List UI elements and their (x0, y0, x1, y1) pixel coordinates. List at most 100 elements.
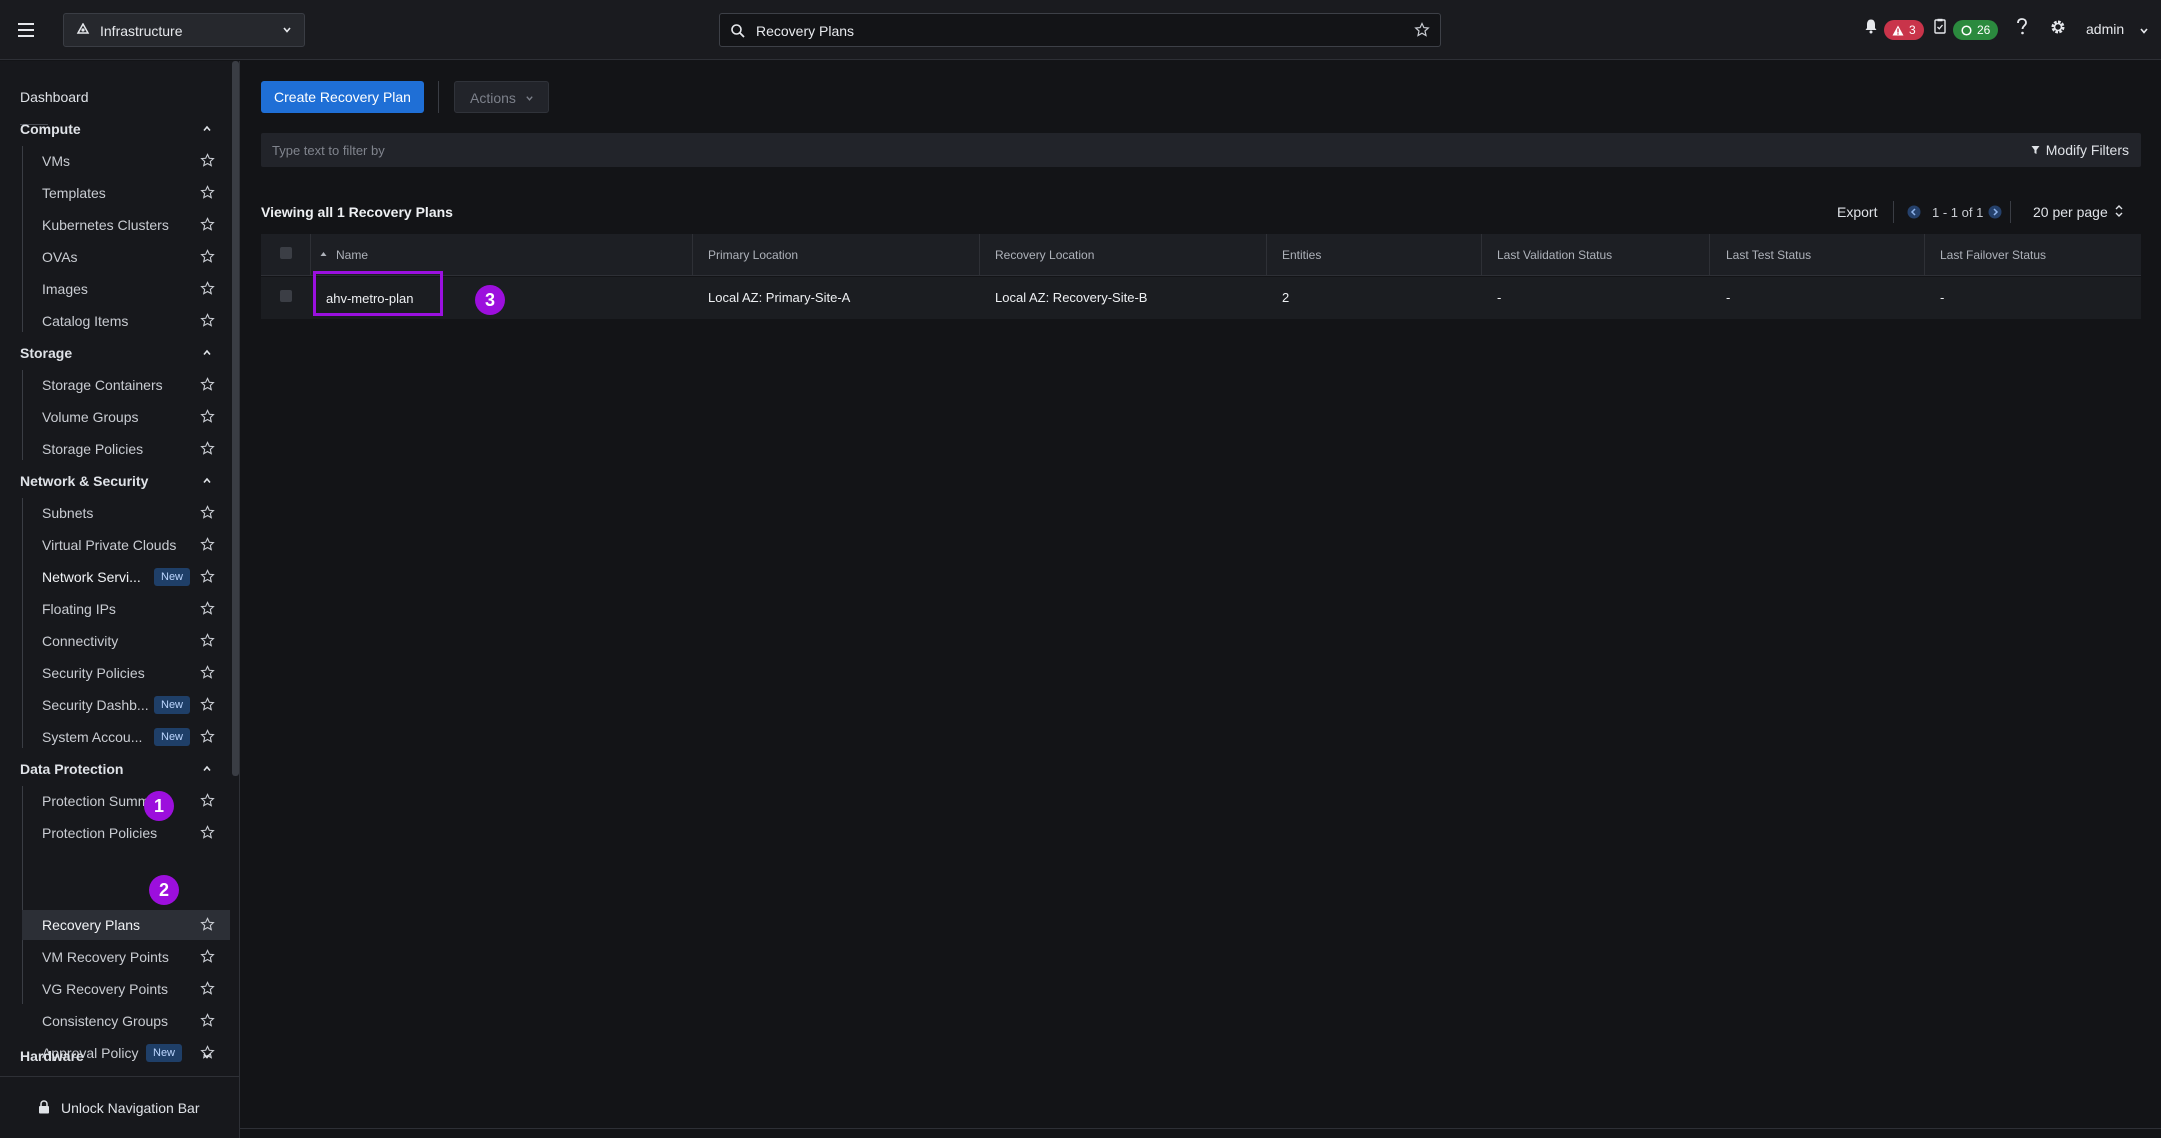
sidebar-item-virtual-private-clouds[interactable]: Virtual Private Clouds (22, 530, 230, 560)
sidebar-item-volume-groups[interactable]: Volume Groups (22, 402, 230, 432)
sidebar-item-storage-policies[interactable]: Storage Policies (22, 434, 230, 464)
star-icon[interactable] (200, 441, 215, 456)
column-divider (979, 234, 980, 276)
star-icon[interactable] (200, 185, 215, 200)
sidebar-item-templates[interactable]: Templates (22, 178, 230, 208)
next-page-icon[interactable] (1988, 205, 2002, 219)
unlock-navigation-button[interactable]: Unlock Navigation Bar (0, 1076, 239, 1138)
sidebar-item-connectivity[interactable]: Connectivity (22, 626, 230, 656)
user-menu[interactable]: admin (2086, 21, 2124, 37)
create-recovery-plan-button[interactable]: Create Recovery Plan (261, 81, 424, 113)
sidebar-item-catalog-items[interactable]: Catalog Items (22, 306, 230, 336)
gear-icon[interactable] (2049, 18, 2067, 36)
favorite-star-icon[interactable] (1414, 22, 1430, 38)
sidebar-item-network-services[interactable]: Network Servi... New (22, 562, 230, 592)
star-icon[interactable] (200, 377, 215, 392)
column-header-last-failover-status[interactable]: Last Failover Status (1940, 248, 2046, 262)
star-icon[interactable] (200, 153, 215, 168)
sidebar-item-kubernetes-clusters[interactable]: Kubernetes Clusters (22, 210, 230, 240)
column-header-recovery-location[interactable]: Recovery Location (995, 248, 1094, 262)
actions-dropdown[interactable]: Actions (454, 81, 549, 113)
previous-page-icon[interactable] (1907, 205, 1921, 219)
nav-group-compute[interactable]: Compute (20, 121, 81, 137)
sidebar-item-consistency-groups[interactable]: Consistency Groups (22, 1006, 230, 1036)
nav-group-network-security[interactable]: Network & Security (20, 473, 148, 489)
nav-group-data-protection[interactable]: Data Protection (20, 761, 123, 777)
chevron-down-icon[interactable] (202, 1051, 212, 1061)
chevron-up-icon[interactable] (202, 124, 212, 134)
sidebar-item-images[interactable]: Images (22, 274, 230, 304)
star-icon[interactable] (200, 313, 215, 328)
sidebar-item-dashboard[interactable]: Dashboard (20, 89, 89, 105)
star-icon[interactable] (200, 601, 215, 616)
per-page-select[interactable]: 20 per page (2033, 204, 2108, 220)
star-icon[interactable] (200, 1013, 215, 1028)
sidebar-item-label: System Accou... (42, 729, 143, 745)
tasks-badge[interactable]: 26 (1953, 20, 1999, 40)
sidebar-item-ovas[interactable]: OVAs (22, 242, 230, 272)
sidebar-item-storage-containers[interactable]: Storage Containers (22, 370, 230, 400)
help-icon[interactable] (2016, 18, 2028, 36)
tasks-clipboard-icon[interactable] (1934, 18, 1946, 34)
star-icon[interactable] (200, 633, 215, 648)
star-icon[interactable] (200, 981, 215, 996)
chevron-down-icon[interactable] (2139, 26, 2149, 36)
sort-chevrons-icon[interactable] (2115, 204, 2123, 218)
table-row[interactable]: Local AZ: Primary-Site-A Local AZ: Recov… (261, 277, 2141, 319)
nav-group-hardware[interactable]: Hardware (20, 1048, 84, 1064)
star-icon[interactable] (200, 505, 215, 520)
sidebar-item-vm-recovery-points[interactable]: VM Recovery Points (22, 942, 230, 972)
column-header-primary-location[interactable]: Primary Location (708, 248, 798, 262)
column-header-last-validation-status[interactable]: Last Validation Status (1497, 248, 1612, 262)
star-icon[interactable] (200, 569, 215, 584)
column-header-name[interactable]: Name (336, 248, 368, 262)
star-icon[interactable] (200, 825, 215, 840)
select-all-checkbox[interactable] (280, 247, 292, 259)
alerts-badge[interactable]: 3 (1884, 20, 1924, 40)
star-icon[interactable] (200, 917, 215, 932)
filter-input[interactable]: Type text to filter by Modify Filters (261, 133, 2141, 167)
chevron-up-icon[interactable] (202, 348, 212, 358)
sidebar-item-protection-summary[interactable]: Protection Summary (22, 786, 230, 816)
star-icon[interactable] (200, 793, 215, 808)
divider (1893, 201, 1894, 223)
chevron-up-icon[interactable] (202, 764, 212, 774)
chevron-up-icon[interactable] (202, 476, 212, 486)
star-icon[interactable] (200, 665, 215, 680)
divider (2010, 201, 2011, 223)
sidebar-scrollbar[interactable] (232, 61, 239, 776)
global-search-input[interactable]: Recovery Plans (719, 13, 1441, 47)
star-icon[interactable] (200, 281, 215, 296)
sidebar-item-security-policies[interactable]: Security Policies (22, 658, 230, 688)
sidebar-item-vg-recovery-points[interactable]: VG Recovery Points (22, 974, 230, 1004)
sidebar-item-recovery-plans[interactable]: Recovery Plans (22, 910, 230, 940)
star-icon[interactable] (200, 409, 215, 424)
sidebar-item-subnets[interactable]: Subnets (22, 498, 230, 528)
recovery-plans-table: Name Primary Location Recovery Location … (261, 234, 2141, 319)
star-icon[interactable] (200, 249, 215, 264)
bell-icon[interactable] (1864, 18, 1878, 34)
sidebar-item-security-dashboard[interactable]: Security Dashb... New (22, 690, 230, 720)
export-button[interactable]: Export (1837, 204, 1877, 220)
sidebar: Dashboard Compute VMs Templates Kubernet… (0, 61, 240, 1138)
star-icon[interactable] (200, 217, 215, 232)
sidebar-item-system-accounts[interactable]: System Accou... New (22, 722, 230, 752)
sidebar-item-floating-ips[interactable]: Floating IPs (22, 594, 230, 624)
star-icon[interactable] (200, 949, 215, 964)
hamburger-menu-icon[interactable] (17, 18, 37, 42)
row-checkbox[interactable] (280, 290, 292, 302)
nav-group-storage[interactable]: Storage (20, 345, 72, 361)
cell-last-validation-status: - (1497, 290, 1502, 305)
star-icon[interactable] (200, 697, 215, 712)
star-icon[interactable] (200, 729, 215, 744)
column-header-entities[interactable]: Entities (1282, 248, 1321, 262)
sidebar-item-vms[interactable]: VMs (22, 146, 230, 176)
sidebar-item-protection-policies[interactable]: Protection Policies (22, 818, 230, 848)
sidebar-item-label: Floating IPs (42, 601, 116, 617)
star-icon[interactable] (200, 537, 215, 552)
filter-placeholder: Type text to filter by (272, 143, 385, 158)
app-switcher-dropdown[interactable]: Infrastructure (63, 13, 305, 47)
modify-filters-button[interactable]: Modify Filters (2031, 142, 2129, 158)
column-header-last-test-status[interactable]: Last Test Status (1726, 248, 1811, 262)
sort-ascending-icon[interactable] (320, 251, 327, 257)
